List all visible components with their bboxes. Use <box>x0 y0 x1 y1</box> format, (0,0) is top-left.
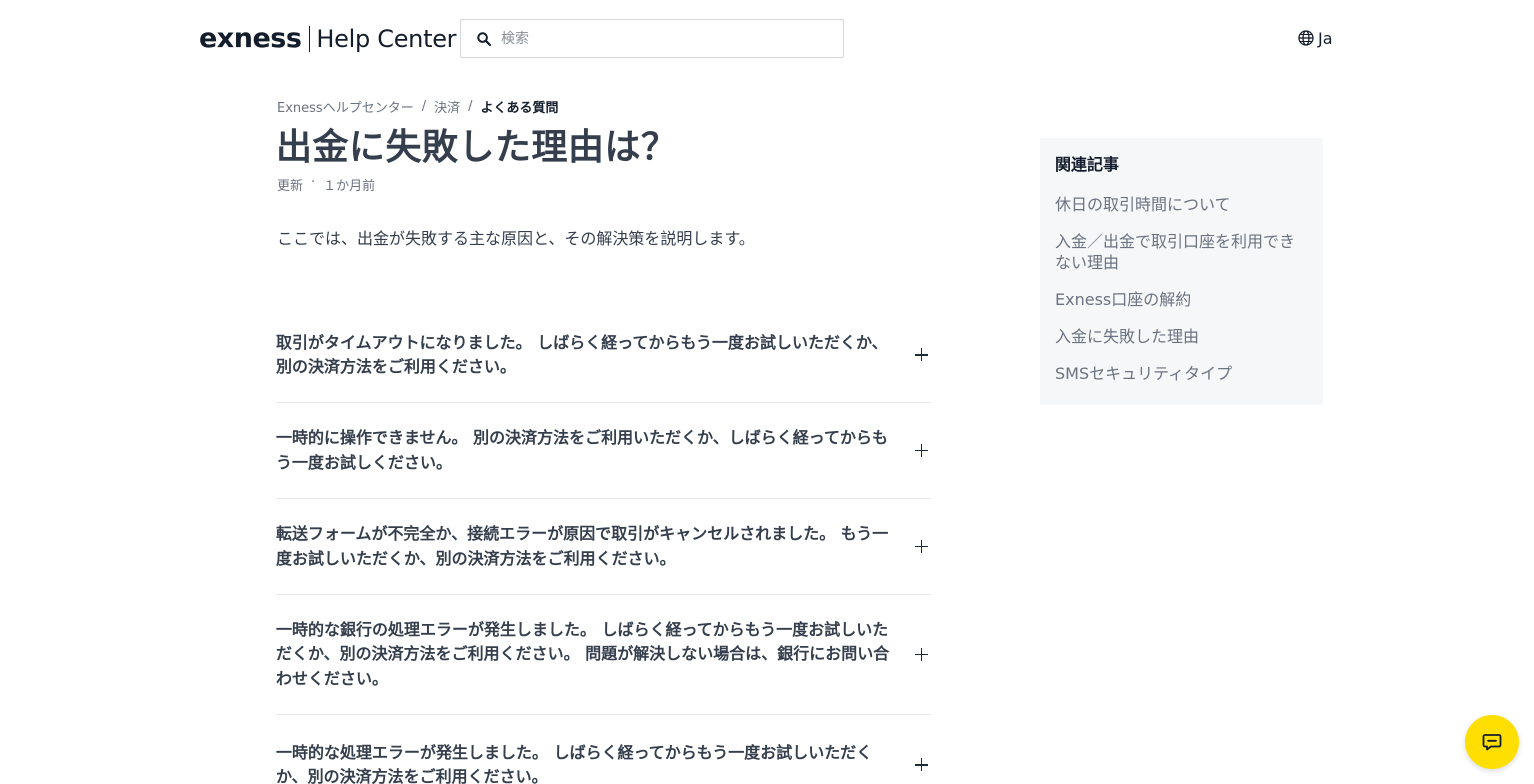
article-meta: 更新 · １か月前 <box>277 175 375 194</box>
faq-question: 転送フォームが不完全か、接続エラーが原因で取引がキャンセルされました。 もう一度… <box>276 524 889 568</box>
breadcrumb-home[interactable]: Exnessヘルプセンター <box>277 97 414 116</box>
plus-icon[interactable] <box>915 647 929 662</box>
faq-item[interactable]: 転送フォームが不完全か、接続エラーが原因で取引がキャンセルされました。 もう一度… <box>276 499 931 595</box>
faq-question: 一時的な銀行の処理エラーが発生しました。 しばらく経ってからもう一度お試しいただ… <box>276 619 890 688</box>
breadcrumb-separator: / <box>468 98 473 114</box>
search-input[interactable] <box>501 20 843 57</box>
plus-icon[interactable] <box>915 348 929 362</box>
meta-dot: · <box>311 175 316 190</box>
meta-updated-label: 更新 <box>277 179 304 194</box>
plus-icon[interactable] <box>915 758 929 772</box>
logo-brand: exness <box>199 23 302 54</box>
faq-item[interactable]: 一時的な処理エラーが発生しました。 しばらく経ってからもう一度お試しいただくか、… <box>276 715 931 784</box>
meta-updated-time: １か月前 <box>323 179 376 194</box>
page-title: 出金に失敗した理由は？ <box>276 127 678 168</box>
search-box[interactable] <box>460 19 844 58</box>
faq-question: 取引がタイムアウトになりました。 しばらく経ってからもう一度お試しいただくか、別… <box>276 332 888 377</box>
breadcrumb-payments[interactable]: 決済 <box>434 97 460 116</box>
related-article-link[interactable]: SMSセキュリティタイプ <box>1055 363 1308 384</box>
search-icon <box>477 31 491 46</box>
faq-item[interactable]: 一時的に操作できません。 別の決済方法をご利用いただくか、しばらく経ってからもう… <box>276 403 931 499</box>
language-selector[interactable]: Ja <box>1298 28 1333 48</box>
logo-suffix: Help Center <box>316 25 457 53</box>
help-center-page: exness Help Center Ja Exnessヘルプセンター / <box>0 0 1534 784</box>
faq-item[interactable]: 取引がタイムアウトになりました。 しばらく経ってからもう一度お試しいただくか、別… <box>276 308 931 403</box>
chat-icon <box>1482 734 1502 751</box>
faq-question: 一時的な処理エラーが発生しました。 しばらく経ってからもう一度お試しいただくか、… <box>276 742 873 784</box>
related-article-link[interactable]: 入金に失敗した理由 <box>1055 326 1308 347</box>
chat-button[interactable] <box>1465 715 1519 769</box>
breadcrumb-faq[interactable]: よくある質問 <box>481 97 559 116</box>
faq-item[interactable]: 一時的な銀行の処理エラーが発生しました。 しばらく経ってからもう一度お試しいただ… <box>276 595 931 715</box>
language-label: Ja <box>1318 28 1333 48</box>
logo[interactable]: exness Help Center <box>199 23 457 54</box>
article-intro: ここでは、出金が失敗する主な原因と、その解決策を説明します。 <box>277 229 755 248</box>
globe-icon <box>1298 30 1314 46</box>
logo-divider <box>309 26 311 52</box>
breadcrumb-separator: / <box>421 98 427 114</box>
breadcrumb: Exnessヘルプセンター / 決済 / よくある質問 <box>277 97 559 116</box>
plus-icon[interactable] <box>915 443 929 458</box>
plus-icon[interactable] <box>915 539 929 554</box>
related-article-link[interactable]: Exness口座の解約 <box>1055 289 1308 310</box>
related-articles-heading: 関連記事 <box>1055 155 1120 174</box>
header: exness Help Center Ja <box>0 0 1534 76</box>
faq-question: 一時的に操作できません。 別の決済方法をご利用いただくか、しばらく経ってからもう… <box>276 428 888 472</box>
related-article-link[interactable]: 休日の取引時間について <box>1055 194 1308 215</box>
related-articles-list: 休日の取引時間について 入金／出金で取引口座を利用できない理由 Exness口座… <box>1055 194 1308 384</box>
related-articles: 関連記事 休日の取引時間について 入金／出金で取引口座を利用できない理由 Exn… <box>1040 138 1323 405</box>
related-article-link[interactable]: 入金／出金で取引口座を利用できない理由 <box>1055 231 1308 273</box>
faq-accordion: 取引がタイムアウトになりました。 しばらく経ってからもう一度お試しいただくか、別… <box>276 308 931 784</box>
